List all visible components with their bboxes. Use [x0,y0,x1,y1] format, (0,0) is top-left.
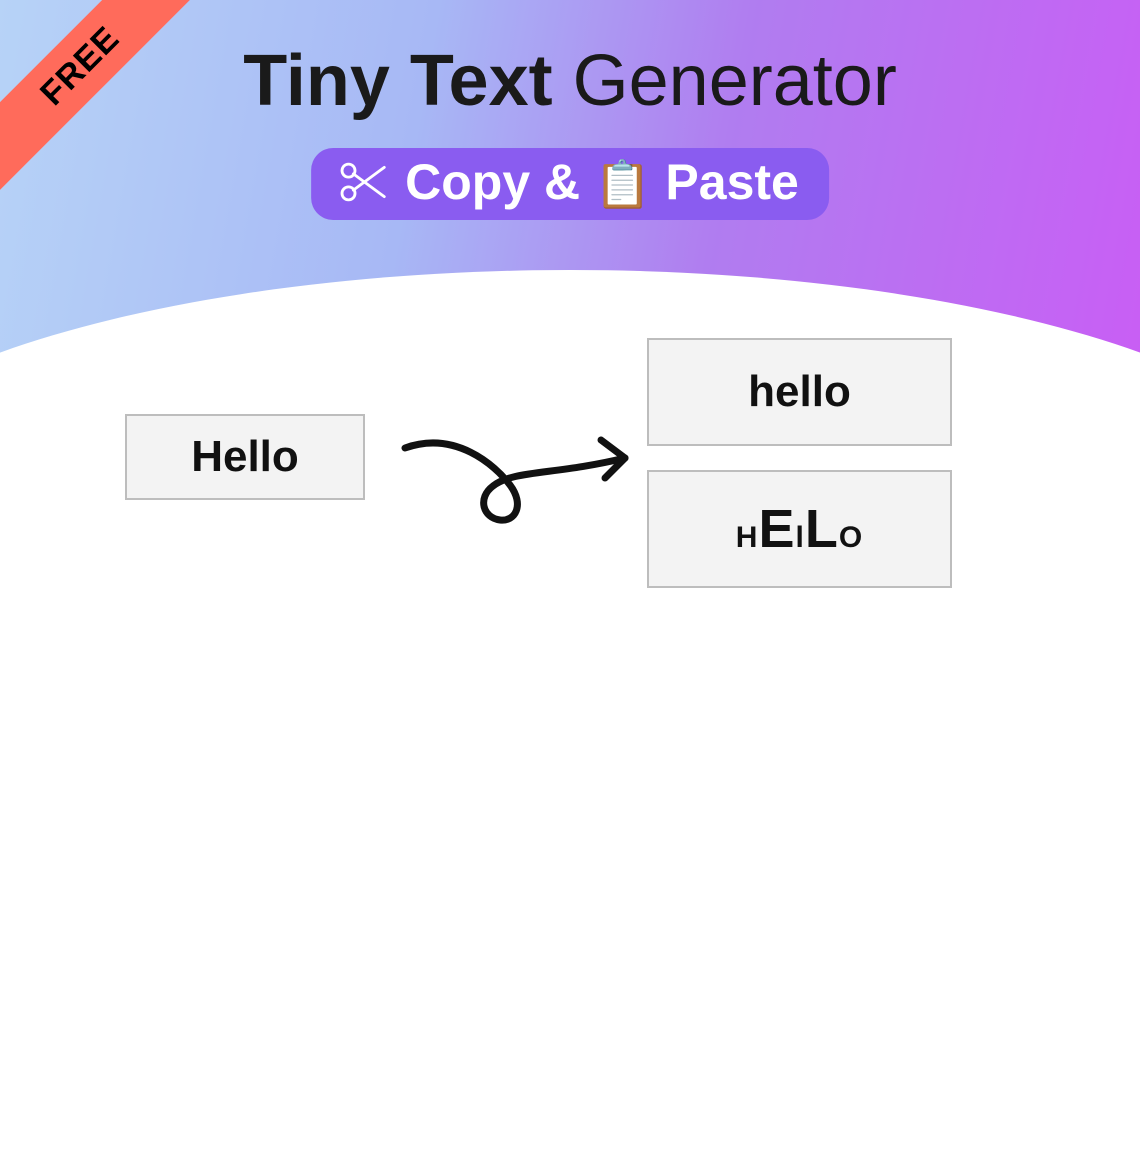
clipboard-icon: 📋 [594,161,651,207]
example-output-box-2: HElLO [647,470,952,588]
paste-label: Paste [665,157,798,207]
copy-paste-badge: Copy & 📋 Paste [311,148,829,220]
copy-label: Copy & [405,157,580,207]
example-output-1-text: hello [748,367,851,417]
curve-background [0,270,1140,1170]
example-output-box-1: hello [647,338,952,446]
page-title: Tiny Text Generator [0,44,1140,120]
example-input-box: Hello [125,414,365,500]
scissors-icon [335,154,391,210]
arrow-icon [395,420,645,560]
title-rest: Generator [553,41,897,121]
example-input-text: Hello [191,432,299,482]
title-bold: Tiny Text [243,41,552,121]
example-output-2-text: HElLO [736,498,863,560]
